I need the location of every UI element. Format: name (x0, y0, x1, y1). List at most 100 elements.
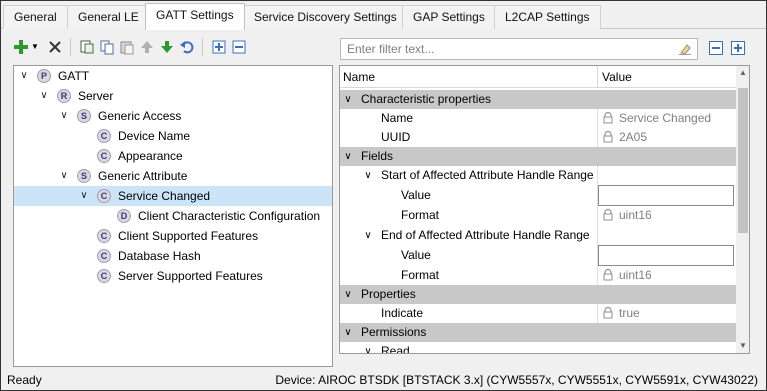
property-row[interactable]: Indicate true (340, 304, 736, 323)
tree-item-server-supported-features[interactable]: C Server Supported Features (14, 266, 332, 286)
property-value: Service Changed (603, 109, 711, 128)
service-icon: S (77, 169, 91, 183)
subcategory-row[interactable]: ∨ Read (340, 342, 736, 353)
value-text: true (619, 306, 640, 320)
category-row[interactable]: ∨ Characteristic properties (340, 90, 736, 109)
tree-item-appearance[interactable]: C Appearance (14, 146, 332, 166)
column-divider (597, 166, 598, 285)
column-divider (597, 109, 598, 147)
tree-item-gatt[interactable]: ∨ P GATT (14, 66, 332, 86)
tab-general-le[interactable]: General LE (67, 5, 150, 29)
filter-input[interactable]: Enter filter text... (340, 38, 698, 60)
characteristic-icon: C (97, 189, 111, 203)
chevron-down-icon[interactable]: ∨ (58, 106, 70, 126)
tree-item-device-name[interactable]: C Device Name (14, 126, 332, 146)
tree-item-label: Server (78, 89, 114, 103)
tree-item-service-changed[interactable]: ∨ C Service Changed (14, 186, 332, 206)
tab-gap-settings[interactable]: GAP Settings (402, 5, 496, 29)
expand-all-icon[interactable] (210, 38, 228, 56)
chevron-down-icon[interactable]: ∨ (362, 166, 374, 185)
category-label: Permissions (361, 325, 427, 339)
vertical-scrollbar[interactable]: ▲ ▼ (736, 66, 749, 353)
tree-item-client-characteristic-configuration[interactable]: D Client Characteristic Configuration (14, 206, 332, 226)
chevron-down-icon[interactable]: ∨ (342, 323, 354, 342)
profile-icon: P (37, 69, 51, 83)
category-label: Characteristic properties (361, 92, 492, 106)
tree-item-client-supported-features[interactable]: C Client Supported Features (14, 226, 332, 246)
cut-icon[interactable] (78, 38, 96, 56)
scroll-down-icon[interactable]: ▼ (736, 339, 749, 353)
scrollbar-thumb[interactable] (738, 88, 748, 233)
characteristic-icon: C (97, 229, 111, 243)
tab-general[interactable]: General (3, 5, 68, 29)
chevron-down-icon[interactable]: ∨ (362, 342, 374, 353)
tab-bar: General General LE GATT Settings Service… (1, 1, 766, 30)
tab-service-discovery-settings[interactable]: Service Discovery Settings (243, 5, 408, 29)
property-value: uint16 (603, 206, 652, 225)
chevron-down-icon[interactable]: ∨ (362, 226, 374, 245)
chevron-down-icon[interactable]: ∨ (342, 90, 354, 109)
undo-icon[interactable] (178, 38, 196, 56)
tree-item-generic-attribute[interactable]: ∨ S Generic Attribute (14, 166, 332, 186)
tab-gatt-settings[interactable]: GATT Settings (145, 3, 245, 30)
property-row[interactable]: Name Service Changed (340, 109, 736, 128)
tree-item-label: Server Supported Features (118, 269, 263, 283)
category-row[interactable]: ∨ Properties (340, 285, 736, 304)
move-down-icon[interactable] (158, 38, 176, 56)
subcategory-row[interactable]: ∨ Start of Affected Attribute Handle Ran… (340, 166, 736, 185)
chevron-down-icon[interactable]: ∨ (18, 66, 30, 86)
category-row[interactable]: ∨ Permissions (340, 323, 736, 342)
subcategory-row[interactable]: ∨ End of Affected Attribute Handle Range (340, 226, 736, 245)
delete-icon[interactable] (46, 38, 64, 56)
property-grid[interactable]: Name Value ∨ Characteristic properties N… (339, 65, 750, 354)
tree-item-label: Database Hash (118, 249, 201, 263)
chevron-down-icon[interactable]: ∨ (342, 285, 354, 304)
property-name: Value (401, 248, 431, 262)
collapse-all-icon[interactable] (230, 38, 248, 56)
category-row[interactable]: ∨ Fields (340, 147, 736, 166)
lock-icon (603, 131, 613, 143)
move-up-icon[interactable] (138, 38, 156, 56)
value-text: 2A05 (619, 130, 648, 144)
value-text: uint16 (619, 268, 652, 282)
name-column-header[interactable]: Name (343, 70, 375, 84)
gatt-tree[interactable]: ∨ P GATT ∨ R Server ∨ S Generic Access C… (13, 65, 333, 367)
chevron-down-icon[interactable]: ∨ (342, 147, 354, 166)
chevron-down-icon[interactable]: ∨ (38, 86, 50, 106)
tree-item-label: Generic Access (98, 109, 182, 123)
property-value: 2A05 (603, 128, 647, 147)
property-name: Format (401, 268, 440, 282)
tree-toolbar: ▼ (6, 34, 336, 62)
property-name: Name (381, 111, 414, 125)
chevron-down-icon[interactable]: ∨ (78, 186, 90, 206)
tree-item-database-hash[interactable]: C Database Hash (14, 246, 332, 266)
property-row[interactable]: Format uint16 (340, 266, 736, 285)
add-dropdown-icon[interactable]: ▼ (30, 38, 40, 56)
collapse-grid-icon[interactable] (709, 41, 723, 55)
tree-item-label: Appearance (118, 149, 183, 163)
tree-item-server[interactable]: ∨ R Server (14, 86, 332, 106)
lock-icon (603, 307, 613, 319)
chevron-down-icon[interactable]: ∨ (58, 166, 70, 186)
property-row[interactable]: Value (340, 245, 736, 266)
lock-icon (603, 209, 613, 221)
property-row[interactable]: Format uint16 (340, 206, 736, 225)
scroll-up-icon[interactable]: ▲ (736, 66, 749, 80)
copy-icon[interactable] (98, 38, 116, 56)
start-value-input[interactable] (598, 185, 734, 206)
property-row[interactable]: UUID 2A05 (340, 128, 736, 147)
characteristic-icon: C (97, 249, 111, 263)
tree-item-generic-access[interactable]: ∨ S Generic Access (14, 106, 332, 126)
clear-filter-icon[interactable] (678, 42, 692, 56)
grid-header: Name Value (340, 66, 736, 88)
tree-item-label: GATT (58, 69, 90, 83)
paste-icon[interactable] (118, 38, 136, 56)
column-divider[interactable] (597, 66, 598, 88)
property-row[interactable]: Value (340, 185, 736, 206)
value-column-header[interactable]: Value (602, 70, 632, 84)
expand-grid-icon[interactable] (731, 41, 745, 55)
tab-l2cap-settings[interactable]: L2CAP Settings (494, 5, 601, 29)
service-icon: S (77, 109, 91, 123)
add-icon[interactable] (12, 38, 30, 56)
end-value-input[interactable] (598, 245, 734, 266)
